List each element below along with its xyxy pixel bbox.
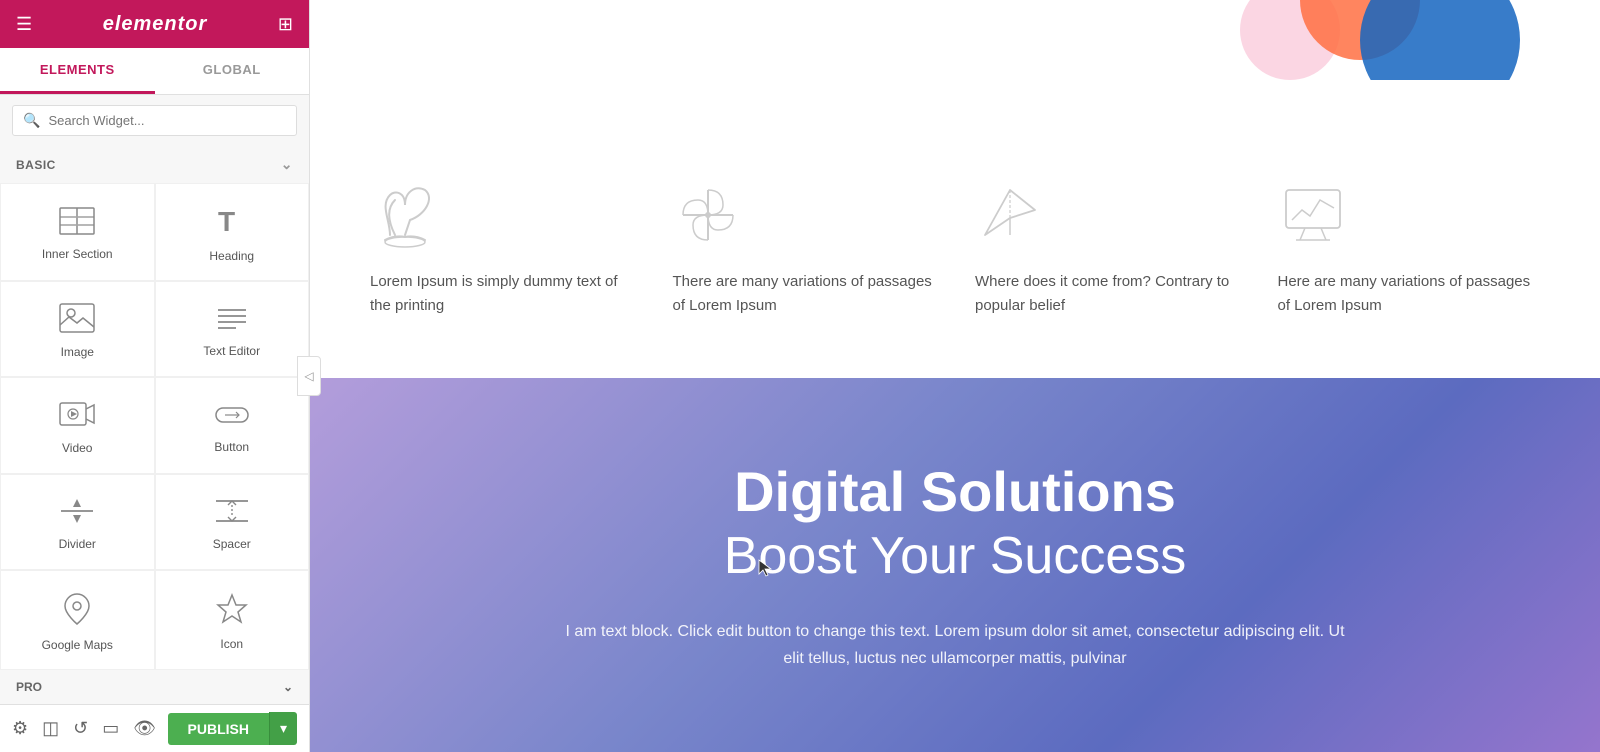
sidebar: ☰ elementor ⊞ ELEMENTS GLOBAL 🔍 BASIC ⌄ (0, 0, 310, 752)
basic-section-label: BASIC ⌄ (0, 146, 309, 183)
hero-subtitle: I am text block. Click edit button to ch… (565, 618, 1345, 672)
search-input[interactable] (48, 113, 286, 128)
tab-global[interactable]: GLOBAL (155, 48, 310, 94)
feature-text-4: Here are many variations of passages of … (1278, 270, 1541, 318)
widget-spacer-label: Spacer (213, 537, 251, 551)
layers-icon[interactable]: ◫ (42, 718, 59, 739)
pinwheel-icon (673, 180, 743, 250)
features-row: Lorem Ipsum is simply dummy text of the … (370, 180, 1540, 318)
feature-text-3: Where does it come from? Contrary to pop… (975, 270, 1238, 318)
pro-chevron[interactable]: ⌄ (283, 680, 293, 694)
heading-icon: T (216, 205, 248, 241)
search-icon: 🔍 (23, 112, 40, 129)
widget-text-editor[interactable]: Text Editor (155, 281, 310, 377)
divider-icon (59, 497, 95, 529)
widget-image-label: Image (61, 345, 94, 359)
feature-item-1: Lorem Ipsum is simply dummy text of the … (370, 180, 633, 318)
svg-text:T: T (218, 206, 235, 237)
canvas-inner: Lorem Ipsum is simply dummy text of the … (310, 0, 1600, 752)
widget-image[interactable]: Image (0, 281, 155, 377)
responsive-icon[interactable]: ▭ (102, 718, 119, 739)
feature-item-2: There are many variations of passages of… (673, 180, 936, 318)
pro-section-label: PRO ⌄ (0, 670, 309, 704)
tab-elements[interactable]: ELEMENTS (0, 48, 155, 94)
circle-blue (1360, 0, 1520, 80)
canvas: Lorem Ipsum is simply dummy text of the … (310, 0, 1600, 752)
decorative-top (310, 0, 1600, 80)
hero-title-light: Boost Your Success (724, 525, 1187, 587)
publish-dropdown-button[interactable]: ▾ (269, 712, 297, 745)
sidebar-tabs: ELEMENTS GLOBAL (0, 48, 309, 95)
widget-heading-label: Heading (209, 249, 254, 263)
button-icon (214, 400, 250, 432)
video-icon (59, 399, 95, 433)
widget-google-maps-label: Google Maps (42, 638, 113, 652)
monitor-icon (1278, 180, 1348, 250)
elementor-logo: elementor (103, 13, 208, 36)
widget-text-editor-label: Text Editor (203, 344, 260, 358)
widget-button[interactable]: Button (155, 377, 310, 473)
widget-heading[interactable]: T Heading (155, 183, 310, 281)
widgets-grid: Inner Section T Heading Image (0, 183, 309, 670)
widget-icon[interactable]: Icon (155, 570, 310, 670)
widget-spacer[interactable]: Spacer (155, 474, 310, 570)
widget-icon-label: Icon (220, 637, 243, 651)
sidebar-header: ☰ elementor ⊞ (0, 0, 309, 48)
basic-label: BASIC (16, 158, 56, 172)
preview-icon[interactable]: 👁 (133, 718, 156, 739)
section-top: Lorem Ipsum is simply dummy text of the … (310, 80, 1600, 378)
history-icon[interactable]: ↺ (73, 718, 88, 739)
icon-icon (216, 593, 248, 629)
feature-text-1: Lorem Ipsum is simply dummy text of the … (370, 270, 633, 318)
paper-plane-icon (975, 180, 1045, 250)
widget-google-maps[interactable]: Google Maps (0, 570, 155, 670)
widget-divider[interactable]: Divider (0, 474, 155, 570)
basic-chevron[interactable]: ⌄ (281, 156, 293, 173)
publish-button[interactable]: PUBLISH (168, 713, 269, 745)
footer-icons: ⚙ ◫ ↺ ▭ 👁 (12, 718, 156, 739)
plant-icon (370, 180, 440, 250)
feature-item-4: Here are many variations of passages of … (1278, 180, 1541, 318)
collapse-handle[interactable]: ◁ (297, 356, 321, 396)
settings-icon[interactable]: ⚙ (12, 718, 28, 739)
search-box: 🔍 (12, 105, 297, 136)
sidebar-footer: ⚙ ◫ ↺ ▭ 👁 PUBLISH ▾ (0, 704, 309, 752)
widget-inner-section-label: Inner Section (42, 247, 113, 261)
inner-section-icon (59, 207, 95, 239)
hamburger-icon[interactable]: ☰ (16, 14, 32, 35)
feature-item-3: Where does it come from? Contrary to pop… (975, 180, 1238, 318)
image-icon (59, 303, 95, 337)
widget-video-label: Video (62, 441, 92, 455)
hero-title-bold: Digital Solutions (734, 458, 1176, 525)
widget-inner-section[interactable]: Inner Section (0, 183, 155, 281)
grid-icon[interactable]: ⊞ (278, 14, 293, 35)
publish-btn-group: PUBLISH ▾ (168, 712, 297, 745)
feature-text-2: There are many variations of passages of… (673, 270, 936, 318)
google-maps-icon (61, 592, 93, 630)
widget-divider-label: Divider (59, 537, 96, 551)
text-editor-icon (214, 304, 250, 336)
widget-button-label: Button (214, 440, 249, 454)
spacer-icon (214, 497, 250, 529)
widget-video[interactable]: Video (0, 377, 155, 473)
section-bottom: Digital Solutions Boost Your Success I a… (310, 378, 1600, 752)
pro-label: PRO (16, 680, 42, 694)
search-area: 🔍 (0, 95, 309, 146)
